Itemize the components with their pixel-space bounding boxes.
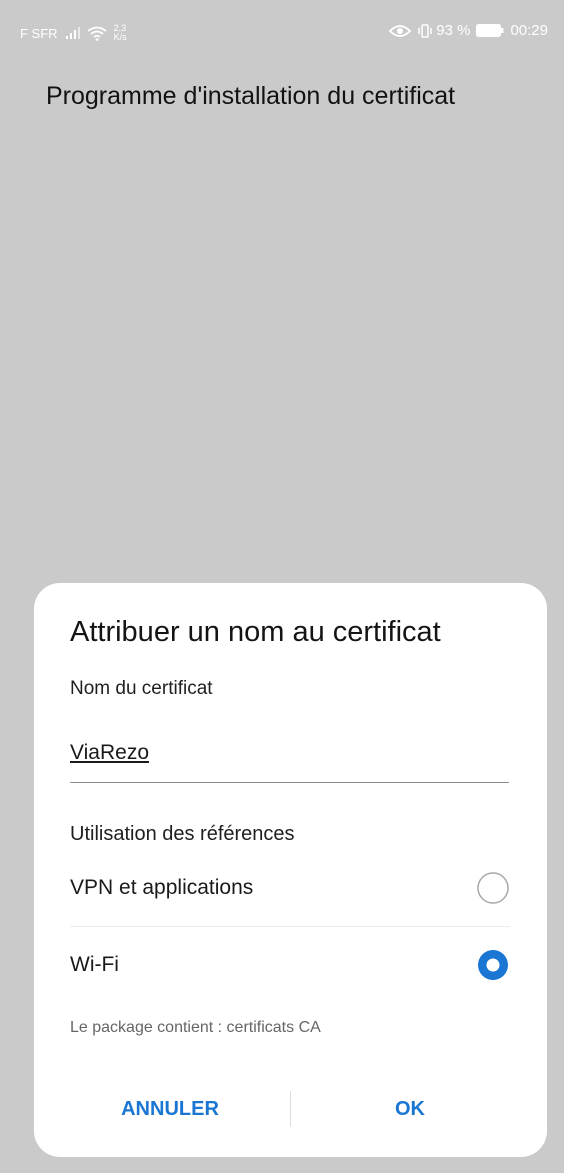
battery-percent: 93 % <box>436 22 471 39</box>
signal-icon <box>65 27 87 39</box>
vibrate-icon <box>417 23 433 39</box>
certificate-name-input[interactable] <box>70 723 509 783</box>
option-vpn-apps[interactable]: VPN et applications <box>70 856 510 920</box>
credential-usage-label: Utilisation des références <box>70 823 295 845</box>
page-title: Programme d'installation du certificat <box>46 82 456 110</box>
radio-selected-icon[interactable] <box>476 948 510 982</box>
option-wifi-label: Wi-Fi <box>70 953 119 976</box>
status-left: F SFR 2,3 K/s <box>20 24 127 42</box>
option-divider <box>70 926 510 927</box>
radio-unselected-icon[interactable] <box>476 871 510 905</box>
ok-button[interactable]: OK <box>290 1077 530 1141</box>
option-wifi[interactable]: Wi-Fi <box>70 933 510 997</box>
status-bar: F SFR 2,3 K/s 93 % 00:29 <box>0 0 564 70</box>
network-speed: 2,3 K/s <box>114 24 127 42</box>
carrier-name: F SFR <box>20 25 58 41</box>
certificate-name-dialog: Attribuer un nom au certificat Nom du ce… <box>34 583 547 1157</box>
status-right: 93 % 00:29 <box>389 22 548 39</box>
eye-icon <box>389 24 412 38</box>
dialog-buttons: ANNULER OK <box>34 1077 547 1141</box>
clock: 00:29 <box>510 22 548 39</box>
network-speed-unit: K/s <box>113 32 127 42</box>
wifi-icon <box>87 26 112 41</box>
dialog-title: Attribuer un nom au certificat <box>70 616 441 648</box>
option-vpn-apps-label: VPN et applications <box>70 876 254 899</box>
battery-icon <box>476 24 504 37</box>
cancel-button[interactable]: ANNULER <box>50 1077 290 1141</box>
certificate-name-label: Nom du certificat <box>70 678 213 699</box>
package-contents-info: Le package contient : certificats CA <box>70 1019 321 1036</box>
